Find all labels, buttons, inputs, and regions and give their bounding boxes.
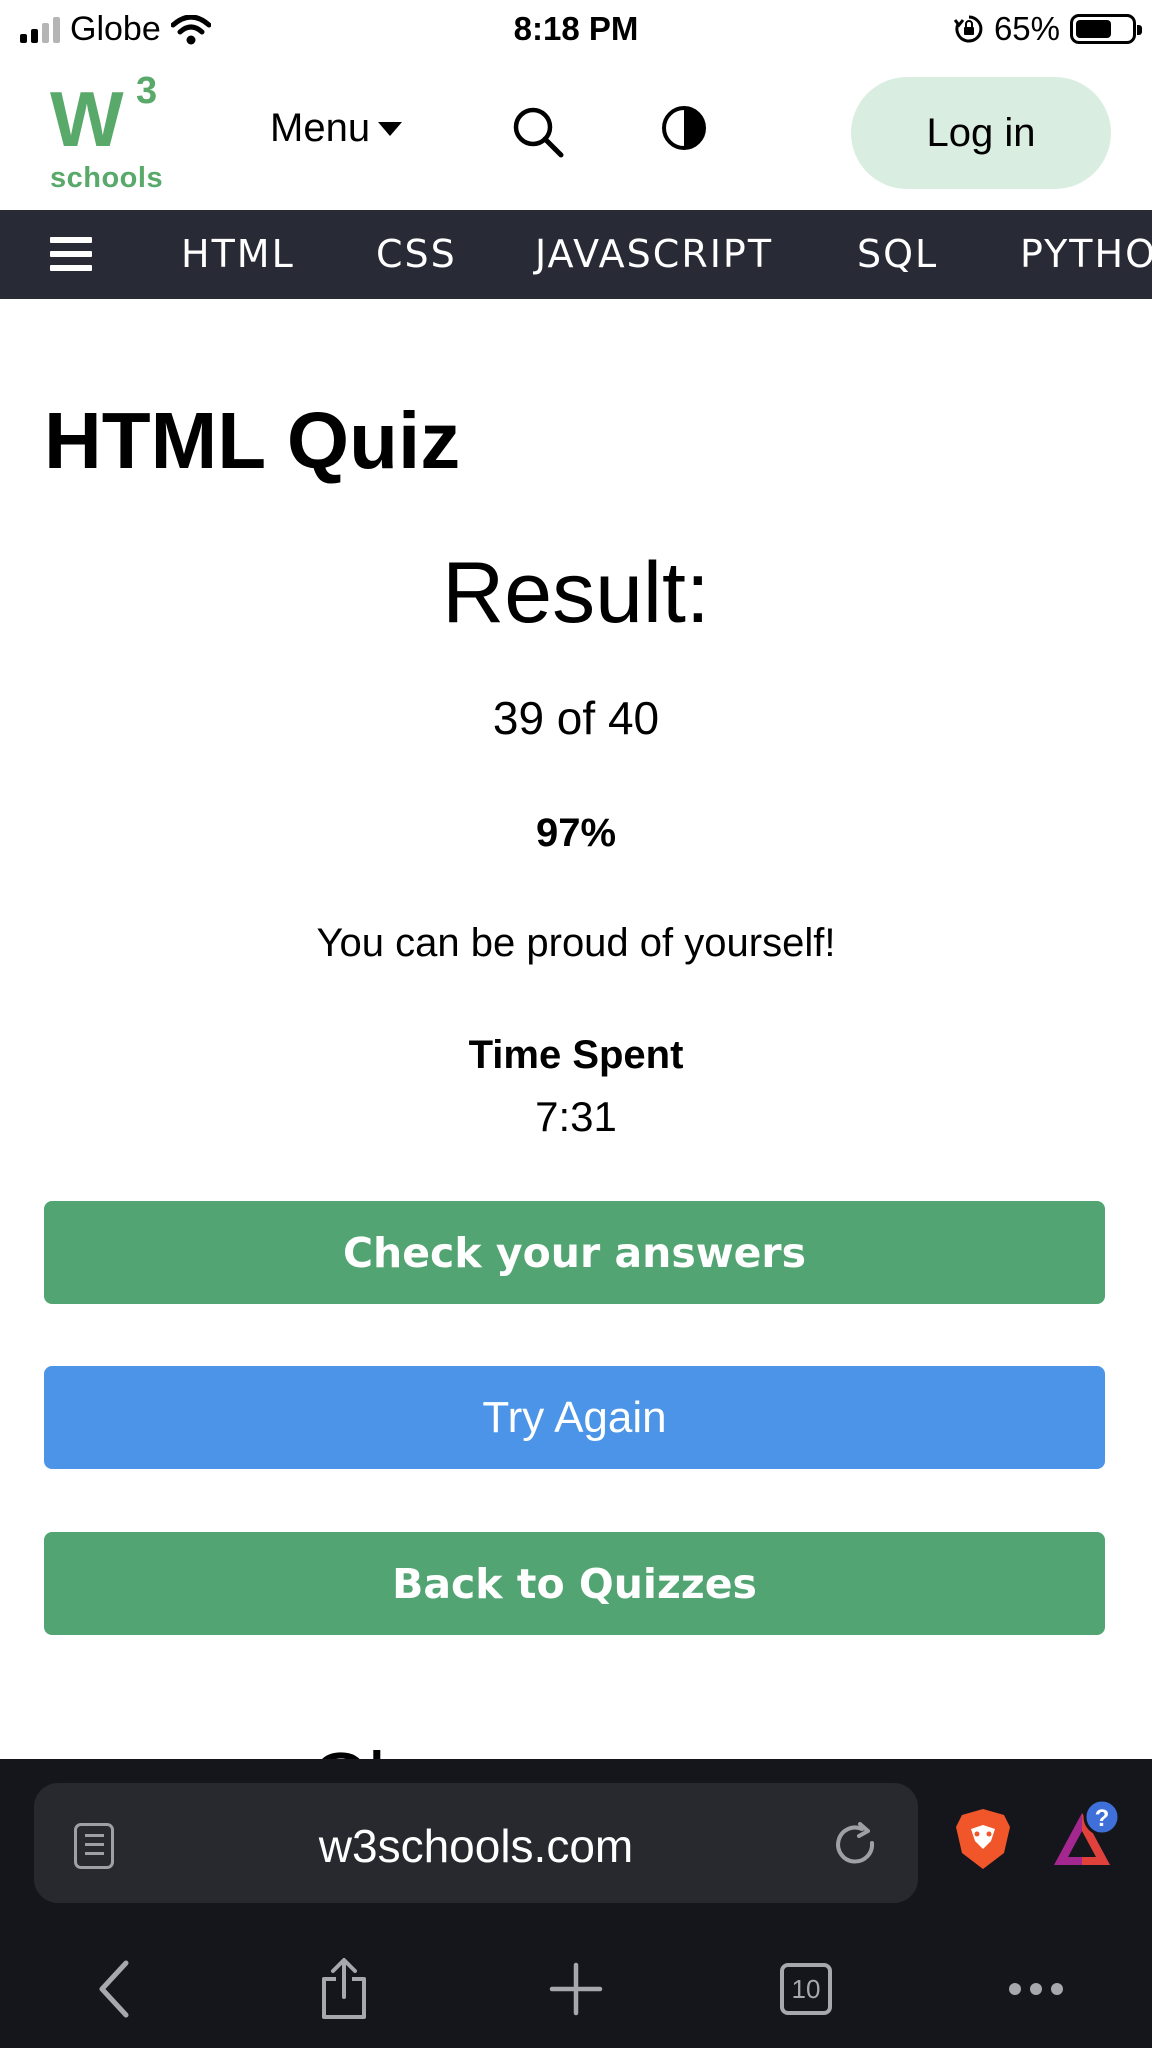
topic-nav-item-html[interactable]: HTML [181, 232, 295, 276]
battery-level [1076, 20, 1112, 38]
partial-heading: Ch [310, 1735, 412, 1759]
topic-nav-item-python[interactable]: PYTHO [1020, 232, 1152, 276]
address-bar[interactable]: w3schools.com [34, 1783, 918, 1903]
tab-count: 10 [780, 1963, 832, 2015]
browser-toolbar: w3schools.com ? 10 [0, 1759, 1152, 2048]
topic-nav-item-sql[interactable]: SQL [857, 232, 938, 276]
topic-nav-item-javascript[interactable]: JAVASCRIPT [535, 232, 773, 276]
logo-superscript: 3 [136, 70, 158, 112]
menu-label: Menu [270, 106, 371, 150]
time-spent-label: Time Spent [468, 1033, 684, 1077]
hamburger-menu-icon[interactable] [50, 237, 92, 271]
site-header: W 3 schools Menu Log in [0, 58, 1152, 210]
share-button[interactable] [304, 1949, 384, 2029]
more-options-button[interactable] [996, 1949, 1076, 2029]
score-percent: 97% [535, 811, 617, 855]
brave-rewards-icon[interactable]: ? [1048, 1795, 1124, 1871]
url-text[interactable]: w3schools.com [34, 1819, 918, 1873]
result-message: You can be proud of yourself! [316, 921, 836, 965]
back-button[interactable] [74, 1949, 154, 2029]
chevron-left-icon [99, 1960, 129, 2018]
w3schools-logo[interactable]: W 3 schools [46, 70, 166, 194]
new-tab-button[interactable] [536, 1949, 616, 2029]
page-title: HTML Quiz [44, 396, 461, 485]
back-to-quizzes-button[interactable]: Back to Quizzes [44, 1532, 1105, 1635]
menu-button[interactable]: Menu [270, 106, 403, 151]
brave-shields-icon[interactable] [954, 1807, 1012, 1871]
browser-nav-row: 10 [0, 1949, 1152, 2029]
contrast-toggle-icon[interactable] [660, 104, 708, 152]
rewards-badge: ? [1095, 1805, 1110, 1832]
tabs-button[interactable]: 10 [766, 1949, 846, 2029]
battery-icon [1070, 14, 1142, 44]
search-icon[interactable] [510, 104, 566, 160]
status-bar-right: 65% [953, 10, 1142, 48]
main-content: HTML Quiz Result: 39 of 40 97% You can b… [0, 299, 1152, 1759]
check-answers-button[interactable]: Check your answers [44, 1201, 1105, 1304]
status-bar: Globe 8:18 PM 65% [0, 0, 1152, 58]
reload-icon[interactable] [832, 1821, 880, 1869]
try-again-button[interactable]: Try Again [44, 1366, 1105, 1469]
ellipsis-icon [1009, 1983, 1063, 1995]
logo-mark: W [50, 75, 124, 163]
share-icon [322, 1958, 366, 2019]
plus-icon [549, 1962, 603, 2016]
quiz-score: 39 of 40 [492, 692, 660, 744]
battery-percent: 65% [993, 10, 1060, 47]
time-spent-value: 7:31 [535, 1093, 617, 1140]
topic-nav-item-css[interactable]: CSS [376, 232, 457, 276]
caret-down-icon [378, 121, 403, 136]
login-button[interactable]: Log in [851, 77, 1111, 189]
logo-text: schools [50, 162, 164, 194]
topic-nav: HTML CSS JAVASCRIPT SQL PYTHO [0, 210, 1152, 299]
orientation-lock-icon [953, 15, 983, 43]
result-heading: Result: [442, 545, 710, 641]
